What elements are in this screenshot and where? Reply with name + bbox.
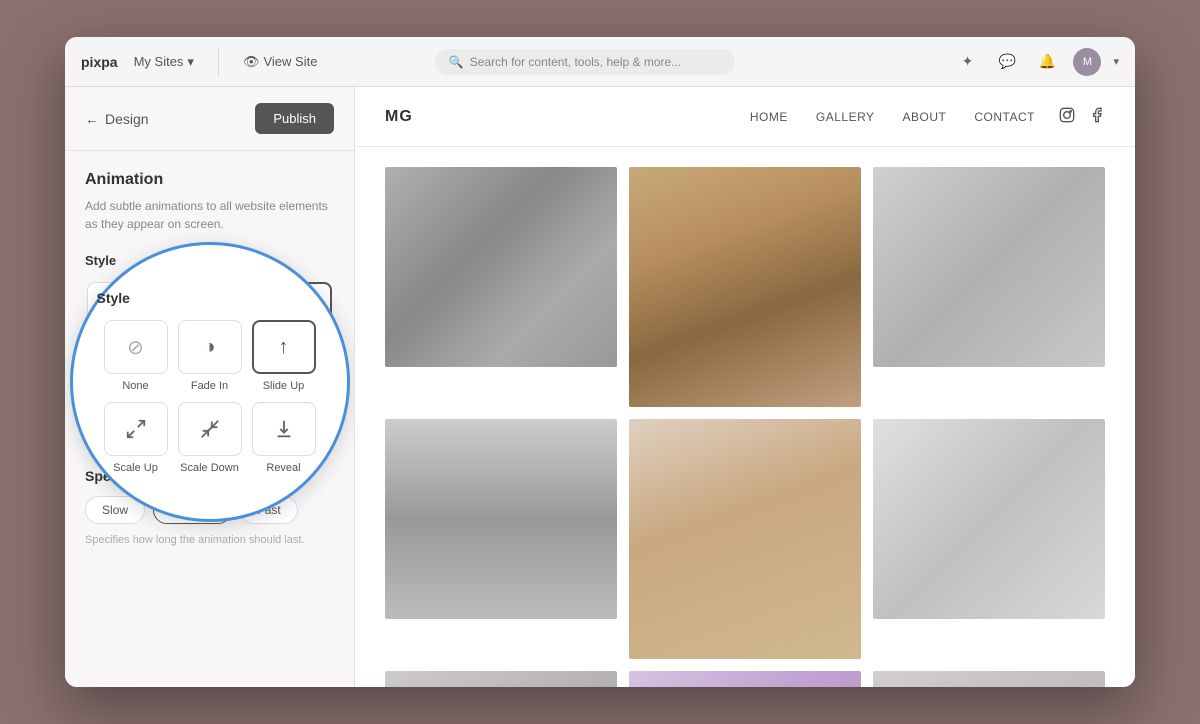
nav-contact[interactable]: CONTACT [974, 110, 1035, 124]
animation-description: Add subtle animations to all website ele… [85, 197, 334, 233]
circle-label-none: None [122, 380, 148, 392]
circle-style-scale-up[interactable]: Scale Up [104, 402, 168, 474]
gallery-item [873, 419, 1105, 619]
divider [218, 47, 219, 77]
circle-label-reveal: Reveal [266, 462, 300, 474]
gallery-item [873, 671, 1105, 687]
right-preview: MG HOME GALLERY ABOUT CONTACT [355, 87, 1135, 687]
left-panel: ← Design Publish Animation Add subtle an… [65, 87, 355, 687]
gallery-item [873, 167, 1105, 367]
preview-social-icons [1059, 107, 1105, 126]
circle-style-label: Style [97, 290, 130, 306]
circle-style-slide-up[interactable]: ↑ Slide Up [252, 320, 316, 392]
gallery-item [629, 419, 861, 659]
back-arrow-icon: ← [85, 111, 99, 127]
preview-logo: MG [385, 108, 413, 126]
circle-label-scale-down: Scale Down [180, 462, 239, 474]
my-sites-dropdown[interactable]: My Sites ▾ [134, 54, 194, 70]
speed-note: Specifies how long the animation should … [85, 534, 334, 546]
gallery-item [385, 419, 617, 619]
chevron-down-icon[interactable]: ▾ [1113, 55, 1119, 68]
circle-icon-scale-down [178, 402, 242, 456]
circle-style-none[interactable]: ⊘ None [104, 320, 168, 392]
circle-icon-scale-up [104, 402, 168, 456]
facebook-icon[interactable] [1089, 107, 1105, 126]
view-site-link[interactable]: 👁 View Site [243, 54, 317, 70]
circle-style-grid: ⊘ None ◑ Fade In ↑ Slide Up [104, 320, 316, 474]
gallery-item [629, 167, 861, 407]
sun-icon[interactable]: ✦ [953, 48, 981, 76]
preview-nav-links: HOME GALLERY ABOUT CONTACT [750, 110, 1035, 124]
gallery-grid [385, 167, 1105, 687]
search-bar[interactable]: 🔍 Search for content, tools, help & more… [435, 49, 735, 75]
nav-home[interactable]: HOME [750, 110, 788, 124]
circle-icon-reveal [252, 402, 316, 456]
circle-style-scale-down[interactable]: Scale Down [178, 402, 242, 474]
instagram-icon[interactable] [1059, 107, 1075, 126]
back-label: Design [105, 111, 149, 127]
browser-window: pixpa My Sites ▾ 👁 View Site 🔍 Search fo… [65, 37, 1135, 687]
preview-nav: MG HOME GALLERY ABOUT CONTACT [355, 87, 1135, 147]
chevron-down-icon: ▾ [187, 54, 194, 70]
animation-title: Animation [85, 171, 334, 189]
nav-about[interactable]: ABOUT [903, 110, 947, 124]
chat-icon[interactable]: 💬 [993, 48, 1021, 76]
search-icon: 🔍 [449, 55, 464, 69]
panel-header: ← Design Publish [65, 87, 354, 151]
circle-icon-fade-in: ◑ [178, 320, 242, 374]
back-to-design[interactable]: ← Design [85, 111, 149, 127]
circle-label-scale-up: Scale Up [113, 462, 158, 474]
app-logo: pixpa [81, 54, 118, 70]
publish-button[interactable]: Publish [255, 103, 334, 134]
circle-label-fade-in: Fade In [191, 380, 228, 392]
gallery-item [629, 671, 861, 687]
gallery-item [385, 167, 617, 367]
style-circle-overlay: Style ⊘ None ◑ Fade In ↑ Slide Up [70, 242, 350, 522]
gallery-area [355, 147, 1135, 687]
top-bar: pixpa My Sites ▾ 👁 View Site 🔍 Search fo… [65, 37, 1135, 87]
circle-style-reveal[interactable]: Reveal [252, 402, 316, 474]
nav-gallery[interactable]: GALLERY [816, 110, 875, 124]
avatar[interactable]: M [1073, 48, 1101, 76]
bell-icon[interactable]: 🔔 [1033, 48, 1061, 76]
top-bar-icons: ✦ 💬 🔔 M ▾ [953, 48, 1119, 76]
gallery-item [385, 671, 617, 687]
circle-icon-slide-up: ↑ [252, 320, 316, 374]
circle-label-slide-up: Slide Up [263, 380, 305, 392]
circle-style-fade-in[interactable]: ◑ Fade In [178, 320, 242, 392]
circle-icon-none: ⊘ [104, 320, 168, 374]
search-placeholder: Search for content, tools, help & more..… [470, 55, 681, 69]
main-area: ← Design Publish Animation Add subtle an… [65, 87, 1135, 687]
